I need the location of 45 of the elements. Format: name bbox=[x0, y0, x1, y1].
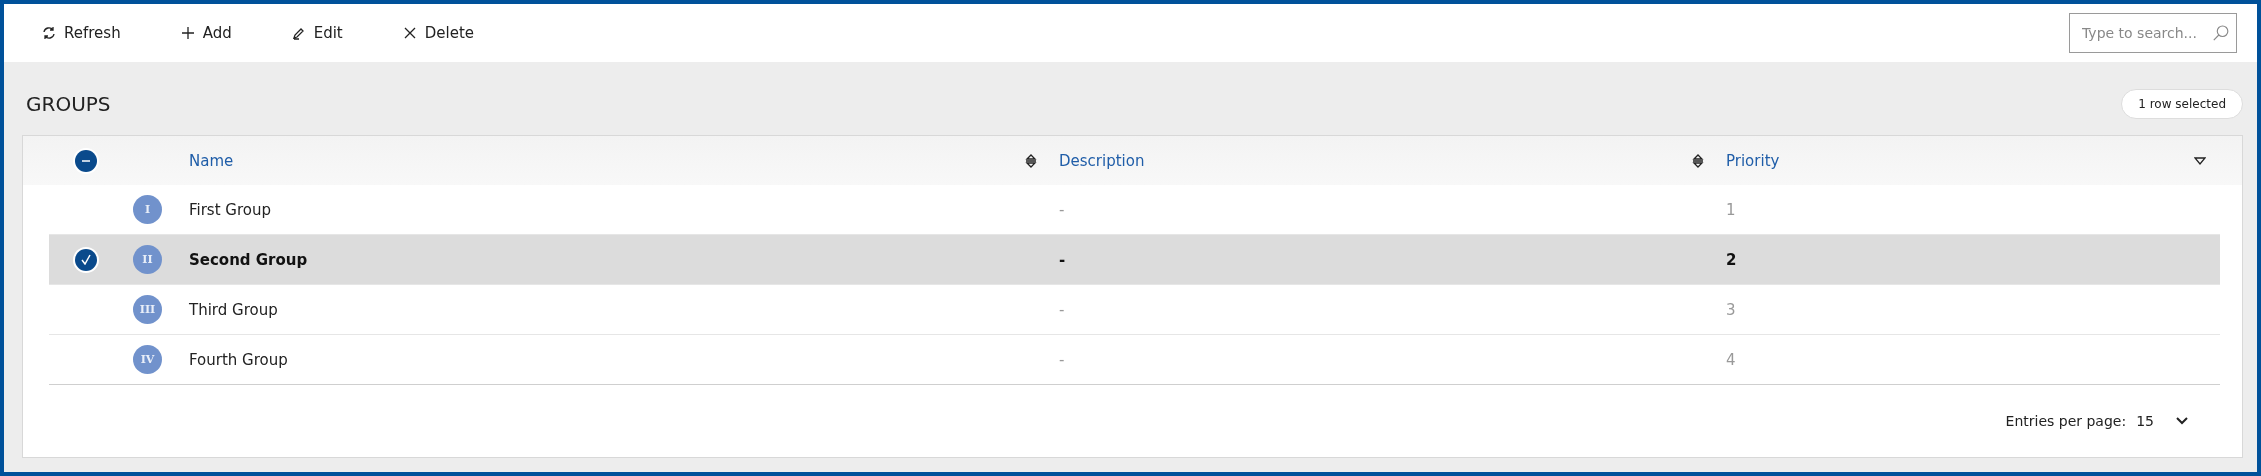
checkmark-icon bbox=[81, 254, 91, 265]
entries-per-page-label: Entries per page: bbox=[2005, 413, 2127, 429]
table-cell-text: - bbox=[1059, 250, 1067, 269]
chevron-down-icon bbox=[2176, 417, 2188, 425]
search-icon bbox=[2212, 23, 2230, 43]
table-row[interactable]: II Second Group - 2 bbox=[49, 235, 2220, 285]
refresh-button[interactable]: Refresh bbox=[34, 20, 129, 46]
delete-button[interactable]: Delete bbox=[394, 20, 483, 46]
minus-icon bbox=[81, 159, 91, 162]
page-size-select[interactable]: 15 bbox=[2136, 413, 2188, 429]
table-cell-text: - bbox=[1059, 200, 1066, 219]
table-cell-text: 2 bbox=[1726, 250, 1738, 269]
search-field[interactable]: Type to search... bbox=[2069, 13, 2237, 53]
table-cell-text: - bbox=[1059, 300, 1066, 319]
avatar: III bbox=[133, 295, 162, 324]
dropdown-icon[interactable] bbox=[2194, 156, 2206, 165]
column-header[interactable]: Description bbox=[1059, 151, 1145, 170]
select-all-checkbox[interactable] bbox=[75, 149, 97, 172]
edit-button[interactable]: Edit bbox=[283, 20, 351, 46]
close-icon bbox=[402, 26, 417, 40]
avatar: I bbox=[133, 195, 162, 224]
row-checkbox[interactable] bbox=[75, 248, 97, 271]
table-cell-text: 1 bbox=[1726, 200, 1737, 219]
add-button[interactable]: Add bbox=[172, 20, 240, 46]
table-cell-text: Second Group bbox=[189, 250, 309, 269]
sort-icon[interactable] bbox=[1692, 153, 1704, 168]
refresh-icon bbox=[42, 26, 56, 40]
column-header[interactable]: Priority bbox=[1726, 151, 1780, 170]
table-cell-text: - bbox=[1059, 350, 1066, 369]
table-cell-text: First Group bbox=[189, 200, 272, 219]
avatar: IV bbox=[133, 345, 162, 374]
table-cell-text: Fourth Group bbox=[189, 350, 289, 369]
plus-icon bbox=[180, 26, 195, 40]
search-input[interactable]: Type to search... bbox=[2080, 24, 2213, 42]
table-row[interactable]: IV Fourth Group - 4 bbox=[49, 335, 2220, 385]
column-header[interactable]: Name bbox=[189, 151, 234, 170]
table-row[interactable]: III Third Group - 3 bbox=[49, 285, 2220, 335]
page-title: GROUPS bbox=[26, 91, 111, 116]
avatar: II bbox=[133, 245, 162, 274]
selection-count-badge: 1 row selected bbox=[2121, 88, 2243, 119]
table-cell-text: Third Group bbox=[189, 300, 279, 319]
pen-icon bbox=[291, 26, 306, 40]
table-cell-text: 3 bbox=[1726, 300, 1737, 319]
sort-icon[interactable] bbox=[1025, 153, 1037, 168]
table-cell-text: 4 bbox=[1726, 350, 1737, 369]
